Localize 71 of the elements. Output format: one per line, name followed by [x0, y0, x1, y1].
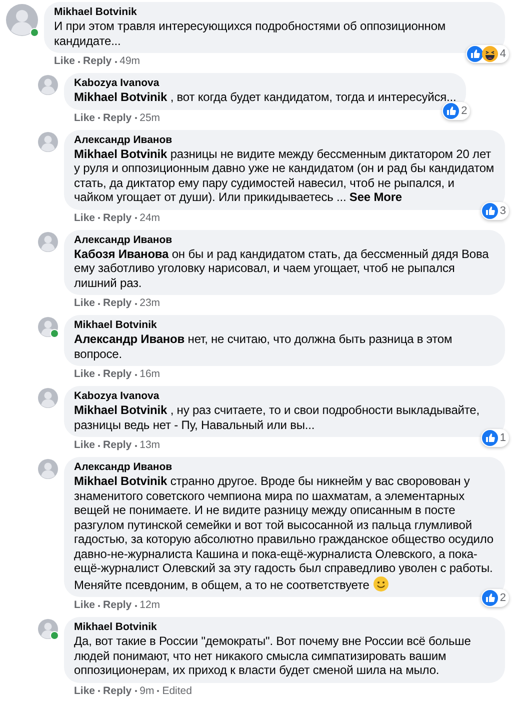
reaction-count: 4 — [500, 48, 506, 60]
mention-link[interactable]: Mikhael Botvinik — [74, 146, 168, 160]
reaction-count: 2 — [500, 592, 506, 604]
author-name[interactable]: Mikhael Botvinik — [74, 319, 495, 332]
like-link[interactable]: Like — [74, 368, 96, 381]
comment-text: Mikhael Botvinik разницы не видите между бессменным диктатором 20 лет у руля и оппозиционным давно уже не кандидатом (он и рад бы кандидатом стать, да диктатор ему пару судимостей навесил, чтоб не рыпался, и чайком угощает от души). Или прикидываетесь ... See More — [74, 146, 495, 204]
timestamp[interactable]: 25m — [140, 112, 160, 124]
timestamp[interactable]: 16m — [140, 368, 160, 381]
timestamp[interactable]: 23m — [140, 297, 160, 310]
like-link[interactable]: Like — [74, 684, 96, 698]
author-name[interactable]: Александр Иванов — [74, 461, 495, 474]
reactions-badge[interactable]: 2 — [442, 102, 470, 120]
avatar[interactable] — [38, 132, 58, 152]
mention-link[interactable]: Александр Иванов — [74, 332, 185, 346]
timestamp[interactable]: 9m — [140, 684, 154, 698]
like-link[interactable]: Like — [74, 112, 96, 124]
comment-text: Александр Иванов нет, не считаю, что должна быть разница в этом вопросе. — [74, 332, 454, 361]
like-reaction-icon — [482, 430, 498, 446]
reply-link[interactable]: Reply — [103, 112, 132, 124]
like-reaction-icon — [482, 590, 498, 606]
smiley-icon — [372, 576, 389, 592]
reply-link[interactable]: Reply — [103, 684, 132, 698]
laughing-face-icon — [482, 46, 498, 62]
comment-text: Да, вот такие в России "демократы". Вот почему вне России всё больше людей понимают, что нет никакого смысла симпатизировать вашим оппозиционерам, их приход к власти будет сменой шила на мыло. — [74, 634, 472, 678]
reply-link[interactable]: Reply — [103, 212, 132, 224]
mention-link[interactable]: Mikhael Botvinik — [74, 403, 168, 417]
reply-link[interactable]: Reply — [103, 368, 132, 381]
avatar[interactable] — [38, 75, 58, 95]
reaction-count: 2 — [461, 104, 468, 116]
like-link[interactable]: Like — [54, 55, 76, 68]
timestamp[interactable]: 13m — [140, 439, 160, 452]
comment-text: Mikhael Botvinik , ну раз считаете, то и свои подробности выкладывайте, разницы ведь нет - Пу, Навальный или вы... — [74, 403, 480, 432]
like-reaction-icon — [443, 102, 460, 118]
reaction-count: 3 — [500, 204, 506, 216]
like-link[interactable]: Like — [74, 599, 96, 612]
author-name[interactable]: Mikhael Botvinik — [74, 621, 495, 634]
avatar[interactable] — [38, 388, 58, 408]
like-link[interactable]: Like — [74, 212, 96, 224]
reply-link[interactable]: Reply — [103, 439, 132, 452]
timestamp[interactable]: 24m — [140, 212, 160, 224]
like-reaction-icon — [466, 46, 483, 62]
reactions-badge[interactable]: 4 — [466, 45, 509, 63]
author-name[interactable]: Kabozya Ivanova — [74, 390, 495, 403]
see-more-link[interactable]: See More — [349, 190, 402, 204]
author-name[interactable]: Александр Иванов — [74, 234, 495, 246]
reply-link[interactable]: Reply — [83, 55, 112, 68]
comment-text: Mikhael Botvinik странно другое. Вроде бы никнейм у вас своровован у знаменитого советского чемпиона мира по шахматам, а элементарных вещей не понимаете. И не видите разницу между описанным в посте разгулом путинской семейки и вот той высосанной из пальца глумливой гадостью, за которую абсолютно правильно гражданское общество осудило давно-не-журналиста Кашина и пока-ещё-журналиста Олевского, а пока-ещё-журналист Олевский за эту гадость был справедливо уволен с работы. Меняйте псевдоним, в общем, а то не соответствуете — [74, 474, 494, 592]
like-link[interactable]: Like — [74, 439, 96, 452]
avatar[interactable] — [6, 4, 38, 36]
timestamp[interactable]: 12m — [140, 599, 160, 612]
author-name[interactable]: Mikhael Botvinik — [54, 6, 495, 19]
like-link[interactable]: Like — [74, 297, 96, 310]
comment-text: Кабозя Иванова он бы и рад кандидатом стать, да бессменный дядя Вова ему заботливо уголовку нарисовал, и чаем угощает, чтоб не рыпался лишний раз. — [74, 246, 490, 290]
author-name[interactable]: Kabozya Ivanova — [74, 77, 456, 90]
reply-link[interactable]: Reply — [103, 297, 132, 310]
avatar[interactable] — [38, 232, 58, 252]
avatar[interactable] — [38, 459, 58, 479]
mention-link[interactable]: Mikhael Botvinik — [74, 90, 168, 104]
reaction-count: 1 — [500, 432, 506, 444]
mention-link[interactable]: Кабозя Иванова — [74, 246, 169, 260]
comment-text: И при этом травля интересующихся подробностями об оппозиционном кандидате... — [54, 19, 447, 48]
reactions-badge[interactable]: 1 — [480, 429, 509, 447]
comment-text: Mikhael Botvinik , вот когда будет кандидатом, тогда и интересуйся... — [74, 90, 456, 104]
edited-label: Edited — [162, 684, 192, 698]
timestamp[interactable]: 49m — [120, 55, 140, 68]
like-reaction-icon — [482, 202, 498, 218]
reactions-badge[interactable]: 3 — [480, 202, 509, 220]
reactions-badge[interactable]: 2 — [480, 589, 509, 607]
mention-link[interactable]: Mikhael Botvinik — [74, 474, 168, 488]
author-name[interactable]: Александр Иванов — [74, 134, 495, 146]
reply-link[interactable]: Reply — [103, 599, 132, 612]
